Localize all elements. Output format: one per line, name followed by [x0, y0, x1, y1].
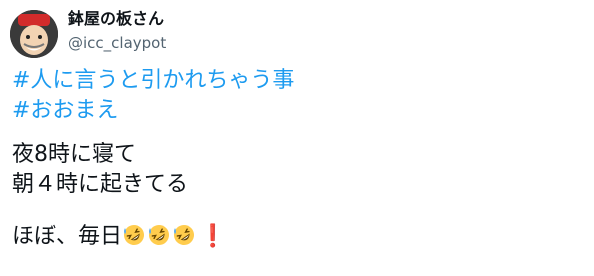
rolling-on-floor-laughing-icon	[149, 225, 170, 245]
hashtag-link[interactable]: #人に言うと引かれちゃう事	[12, 68, 294, 93]
tweet-text-line: 朝４時に起きてる	[12, 172, 189, 197]
tweet-text-line: 夜8時に寝て	[12, 142, 136, 167]
tweet-body: #人に言うと引かれちゃう事 #おおまえ 夜8時に寝て 朝４時に起きてる ほぼ、毎…	[12, 66, 582, 252]
tweet-header: 鉢屋の板さん @icc_claypot	[68, 8, 166, 53]
rolling-on-floor-laughing-icon	[124, 225, 145, 245]
author-handle[interactable]: @icc_claypot	[68, 33, 166, 53]
chef-avatar-icon	[10, 10, 58, 58]
hashtag-link[interactable]: #おおまえ	[12, 98, 118, 123]
author-avatar[interactable]	[10, 10, 58, 58]
author-display-name[interactable]: 鉢屋の板さん	[68, 8, 166, 30]
exclamation-icon: ❗	[199, 224, 227, 249]
tweet-final-line: ほぼ、毎日 ❗	[12, 222, 582, 252]
tweet-text-line: ほぼ、毎日	[12, 224, 123, 249]
rolling-on-floor-laughing-icon	[174, 225, 195, 245]
